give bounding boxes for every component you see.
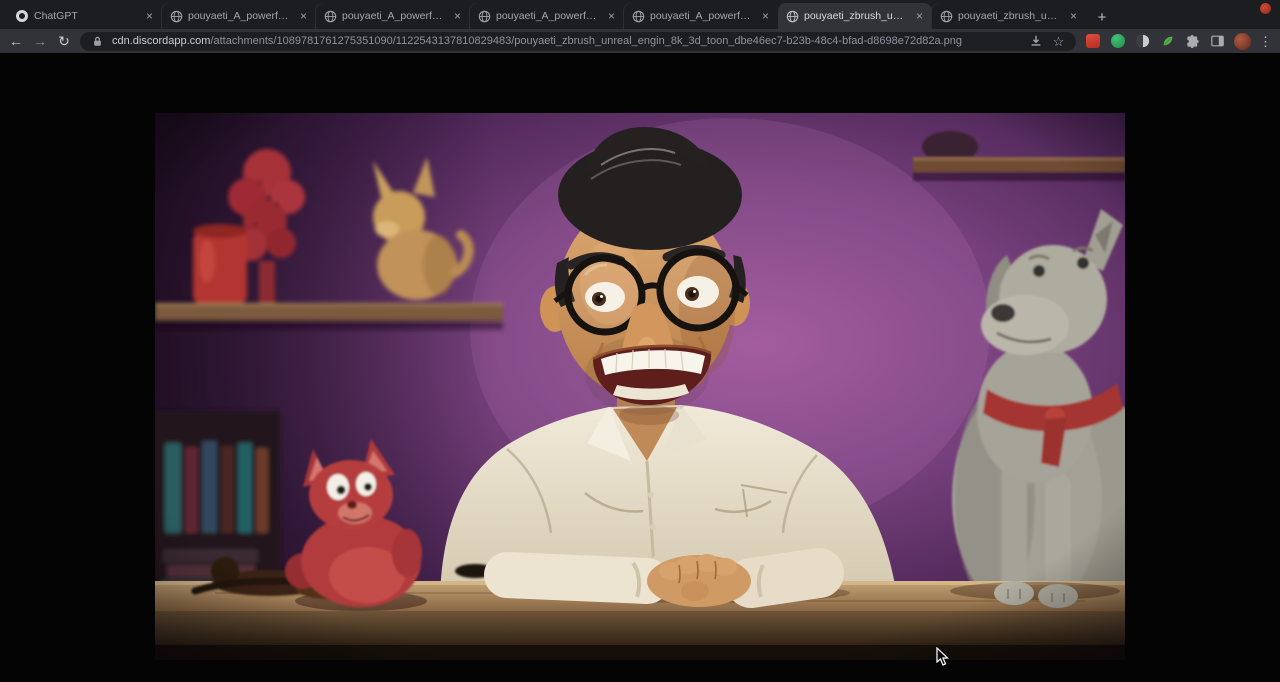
tab-title: pouyaeti_A_powerful_modern: [496, 10, 601, 22]
artwork-vignette: [155, 113, 1125, 660]
tab-close-icon[interactable]: ×: [298, 9, 309, 23]
menu-kebab-icon[interactable]: ⋮: [1259, 35, 1272, 48]
tab-close-icon[interactable]: ×: [144, 9, 155, 23]
window-badge: [1260, 3, 1271, 14]
tab-close-icon[interactable]: ×: [1068, 9, 1079, 23]
tab-title: pouyaeti_A_powerful_modern: [342, 10, 447, 22]
new-tab-button[interactable]: +: [1089, 5, 1115, 29]
globe-icon: [939, 9, 953, 23]
tab-title: pouyaeti_A_powerful_modern: [650, 10, 755, 22]
tab-strip: ChatGPT × pouyaeti_A_powerful_modern × p…: [0, 0, 1280, 29]
tab-powerful-1[interactable]: pouyaeti_A_powerful_modern ×: [162, 3, 316, 29]
browser-toolbar: ← → ↻ cdn.discordapp.com/attachments/108…: [0, 29, 1280, 53]
tab-close-icon[interactable]: ×: [914, 9, 925, 23]
dark-mode-moon-icon[interactable]: [1134, 33, 1151, 50]
tab-title: pouyaeti_zbrush_unreal_engi: [958, 10, 1063, 22]
tab-title: pouyaeti_A_powerful_modern: [188, 10, 293, 22]
tab-close-icon[interactable]: ×: [760, 9, 771, 23]
globe-icon: [785, 9, 799, 23]
url-path: /attachments/1089781761275351090/1122543…: [210, 35, 962, 47]
tab-close-icon[interactable]: ×: [606, 9, 617, 23]
globe-icon: [169, 9, 183, 23]
image-viewer-page: [0, 53, 1280, 682]
extension-red-icon[interactable]: [1084, 33, 1101, 50]
tab-powerful-4[interactable]: pouyaeti_A_powerful_modern ×: [624, 3, 778, 29]
tab-powerful-2[interactable]: pouyaeti_A_powerful_modern ×: [316, 3, 470, 29]
globe-icon: [631, 9, 645, 23]
address-bar[interactable]: cdn.discordapp.com/attachments/108978176…: [80, 32, 1076, 51]
tab-powerful-3[interactable]: pouyaeti_A_powerful_modern ×: [470, 3, 624, 29]
tab-title: ChatGPT: [34, 10, 139, 22]
tab-zbrush-active[interactable]: pouyaeti_zbrush_unreal_engin ×: [778, 3, 932, 29]
leaf-extension-icon[interactable]: [1159, 33, 1176, 50]
globe-icon: [477, 9, 491, 23]
extensions-puzzle-icon[interactable]: [1184, 33, 1201, 50]
url-domain: cdn.discordapp.com: [112, 35, 210, 47]
tab-zbrush-2[interactable]: pouyaeti_zbrush_unreal_engi ×: [932, 3, 1086, 29]
globe-icon: [323, 9, 337, 23]
reload-icon[interactable]: ↻: [56, 34, 72, 48]
profile-avatar[interactable]: [1234, 33, 1251, 50]
bookmark-star-icon[interactable]: ☆: [1050, 33, 1067, 50]
forward-icon[interactable]: →: [32, 34, 48, 48]
artwork-3d-toon-render: [155, 113, 1125, 660]
tab-chatgpt[interactable]: ChatGPT ×: [8, 3, 162, 29]
url-text[interactable]: cdn.discordapp.com/attachments/108978176…: [112, 35, 1021, 47]
tab-close-icon[interactable]: ×: [452, 9, 463, 23]
download-icon[interactable]: [1027, 33, 1044, 50]
side-panel-icon[interactable]: [1209, 33, 1226, 50]
tab-title: pouyaeti_zbrush_unreal_engin: [804, 10, 909, 22]
extension-green-icon[interactable]: [1109, 33, 1126, 50]
viewed-image[interactable]: [155, 113, 1125, 660]
chatgpt-icon: [15, 9, 29, 23]
lock-icon[interactable]: [89, 33, 106, 50]
back-icon[interactable]: ←: [8, 34, 24, 48]
